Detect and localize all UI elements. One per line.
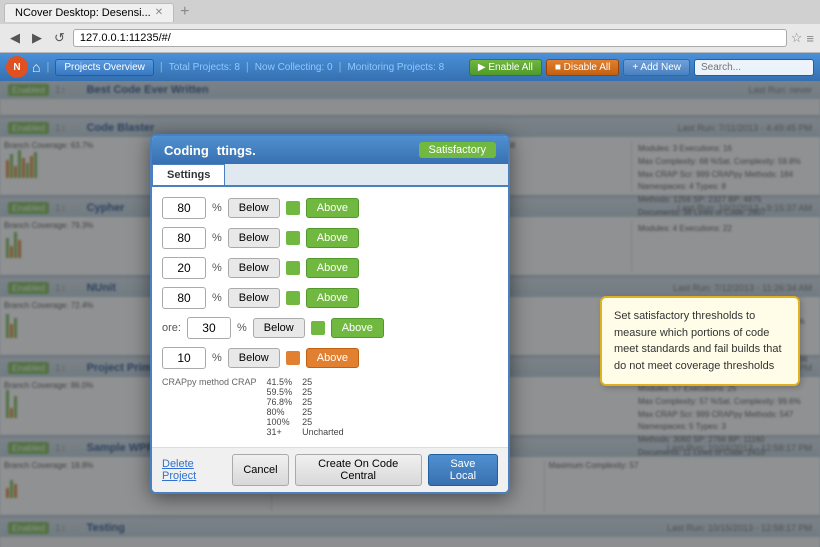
projects-overview-button[interactable]: Projects Overview: [55, 59, 154, 76]
above-btn-6[interactable]: Above: [306, 348, 359, 368]
app-toolbar: N ⌂ | Projects Overview | Total Projects…: [0, 53, 820, 81]
forward-button[interactable]: ▶: [28, 28, 46, 48]
toolbar-separator-3: |: [246, 61, 249, 73]
threshold-row-1: % Below Above: [162, 197, 498, 219]
below-btn-4[interactable]: Below: [228, 288, 280, 308]
toolbar-separator: |: [46, 61, 49, 73]
modal-title: Coding: [164, 143, 209, 158]
threshold-input-5[interactable]: [187, 317, 231, 339]
threshold-input-4[interactable]: [162, 287, 206, 309]
above-color-4: [286, 291, 300, 305]
annotation-text: Set satisfactory thresholds to measure w…: [614, 310, 782, 372]
above-color-2: [286, 231, 300, 245]
threshold-row-4: % Below Above: [162, 287, 498, 309]
crap-section: CRAPpy method CRAP 41.5% 59.5% 76.8% 80%…: [162, 377, 498, 437]
crap-method-label: CRAPpy method CRAP: [162, 377, 257, 387]
crap-label: CRAPpy method CRAP: [162, 377, 257, 437]
threshold-row-5: ore: % Below Above: [162, 317, 498, 339]
modal-overlay: Coding ttings. Satisfactory Settings % B…: [0, 81, 820, 547]
annotation-box: Set satisfactory thresholds to measure w…: [600, 296, 800, 386]
browser-tab[interactable]: NCover Desktop: Desensi... ✕: [4, 3, 174, 22]
satisfactory-badge: Satisfactory: [419, 142, 496, 158]
below-btn-5[interactable]: Below: [253, 318, 305, 338]
pct-label-3: %: [212, 262, 222, 274]
pct-label-5: %: [237, 322, 247, 334]
new-tab-icon[interactable]: +: [180, 3, 189, 21]
save-local-button[interactable]: Save Local: [428, 454, 498, 486]
cancel-button[interactable]: Cancel: [232, 454, 288, 486]
threshold-input-6[interactable]: [162, 347, 206, 369]
star-icon[interactable]: ☆: [791, 30, 803, 46]
modal-header: Coding ttings. Satisfactory: [152, 136, 508, 164]
above-color-3: [286, 261, 300, 275]
threshold-row-2: % Below Above: [162, 227, 498, 249]
tab-label: NCover Desktop: Desensi...: [15, 7, 151, 19]
delete-project-link[interactable]: Delete Project: [162, 458, 226, 482]
pct-label-6: %: [212, 352, 222, 364]
pct-label-4: %: [212, 292, 222, 304]
browser-chrome: NCover Desktop: Desensi... ✕ + ◀ ▶ ↺ ☆ ≡: [0, 0, 820, 53]
pct-label-1: %: [212, 202, 222, 214]
back-button[interactable]: ◀: [6, 28, 24, 48]
disable-all-button[interactable]: ■ Disable All: [546, 59, 620, 76]
below-btn-3[interactable]: Below: [228, 258, 280, 278]
coding-settings-modal: Coding ttings. Satisfactory Settings % B…: [150, 134, 510, 494]
main-content: Enabled 1↕ ⚙ Best Code Ever Written Last…: [0, 81, 820, 547]
threshold-input-2[interactable]: [162, 227, 206, 249]
address-bar[interactable]: [73, 29, 787, 47]
toolbar-separator-2: |: [160, 61, 163, 73]
modal-footer: Delete Project Cancel Create On Code Cen…: [152, 447, 508, 492]
pct-label-2: %: [212, 232, 222, 244]
add-new-button[interactable]: + Add New: [623, 59, 690, 76]
now-collecting-count: Now Collecting: 0: [255, 62, 333, 73]
crap-data: 41.5% 59.5% 76.8% 80% 100% 31+: [267, 377, 293, 437]
above-color-5: [311, 321, 325, 335]
tab-settings[interactable]: Settings: [152, 164, 225, 185]
enable-all-button[interactable]: ▶ Enable All: [469, 59, 542, 76]
footer-buttons: Cancel Create On Code Central Save Local: [232, 454, 498, 486]
ore-label: ore:: [162, 322, 181, 334]
above-btn-3[interactable]: Above: [306, 258, 359, 278]
modal-subtitle: ttings.: [217, 143, 256, 158]
above-btn-1[interactable]: Above: [306, 198, 359, 218]
nav-bar: ◀ ▶ ↺ ☆ ≡: [0, 24, 820, 52]
nav-icons: ☆ ≡: [791, 30, 814, 46]
tab-bar: NCover Desktop: Desensi... ✕ +: [0, 0, 820, 24]
total-projects-count: Total Projects: 8: [169, 62, 240, 73]
threshold-row-6: % Below Above: [162, 347, 498, 369]
app-logo: N: [6, 56, 28, 78]
modal-tabs: Settings: [152, 164, 508, 187]
toolbar-separator-4: |: [339, 61, 342, 73]
threshold-input-1[interactable]: [162, 197, 206, 219]
monitoring-count: Monitoring Projects: 8: [347, 62, 444, 73]
threshold-input-3[interactable]: [162, 257, 206, 279]
modal-body: % Below Above % Below Above % Be: [152, 187, 508, 447]
above-color-6: [286, 351, 300, 365]
above-btn-5[interactable]: Above: [331, 318, 384, 338]
above-btn-2[interactable]: Above: [306, 228, 359, 248]
below-btn-2[interactable]: Below: [228, 228, 280, 248]
crap-ranges: 25 25 25 25 25 Uncharted: [302, 377, 344, 437]
below-btn-1[interactable]: Below: [228, 198, 280, 218]
search-input[interactable]: [694, 59, 814, 76]
home-icon[interactable]: ⌂: [32, 59, 40, 75]
above-btn-4[interactable]: Above: [306, 288, 359, 308]
above-color-1: [286, 201, 300, 215]
menu-icon[interactable]: ≡: [806, 31, 814, 46]
below-btn-6[interactable]: Below: [228, 348, 280, 368]
threshold-row-3: % Below Above: [162, 257, 498, 279]
tab-close-icon[interactable]: ✕: [155, 7, 163, 18]
refresh-button[interactable]: ↺: [50, 28, 69, 48]
create-on-code-central-button[interactable]: Create On Code Central: [295, 454, 422, 486]
